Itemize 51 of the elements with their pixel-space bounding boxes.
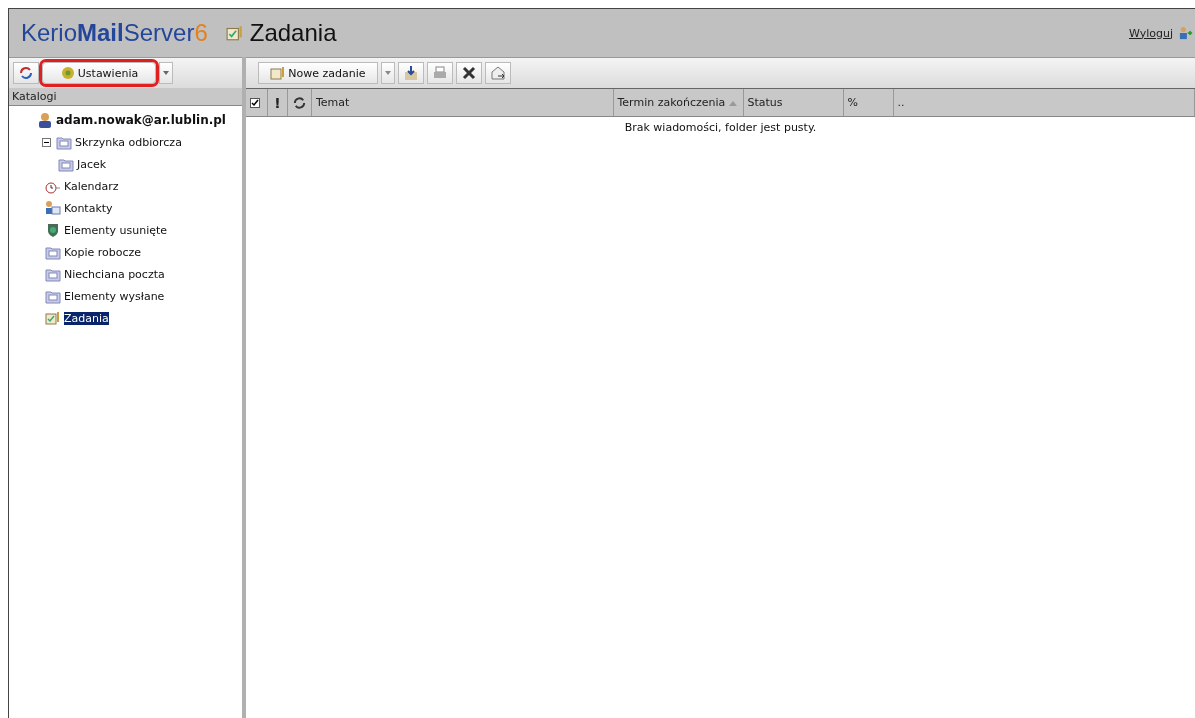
user-icon (37, 112, 53, 128)
shield-icon (45, 222, 61, 238)
folder-item[interactable]: Jacek (77, 157, 107, 171)
refresh-icon (18, 65, 34, 81)
folder-item[interactable]: Kontakty (64, 201, 113, 215)
column-header[interactable]: .. (893, 89, 1195, 116)
logout-link[interactable]: Wyloguj (1129, 26, 1173, 40)
folder-icon (45, 244, 61, 260)
collapse-icon[interactable] (42, 137, 51, 147)
gear-icon (59, 65, 76, 81)
folder-item[interactable]: Kopie robocze (64, 245, 141, 259)
folder-item[interactable]: Elementy wysłane (64, 289, 165, 303)
empty-message: Brak wiadomości, folder jest pusty. (624, 121, 817, 135)
download-icon (403, 65, 419, 81)
dropdown-button[interactable] (381, 62, 395, 84)
column-header[interactable]: % (843, 89, 894, 116)
delete-button[interactable] (456, 62, 482, 84)
folder-item[interactable]: Zadania (64, 311, 109, 325)
tasks-icon (225, 24, 244, 42)
app-logo: KerioMailServer6 (21, 19, 208, 47)
panel-header: Katalogi (9, 88, 242, 106)
contact-card-icon (45, 200, 61, 216)
settings-button[interactable]: Ustawienia (42, 62, 156, 84)
tasks-icon (45, 310, 61, 326)
folder-item[interactable]: Skrzynka odbiorcza (75, 135, 182, 149)
column-header[interactable]: Status (743, 89, 844, 116)
column-header[interactable]: ! (268, 89, 288, 116)
caret-icon (384, 69, 392, 77)
user-exit-icon (1179, 26, 1193, 40)
caret-icon (162, 69, 170, 77)
printer-icon (432, 65, 448, 81)
folder-icon (56, 134, 72, 150)
page-title: Zadania (249, 19, 337, 47)
close-icon (461, 65, 477, 81)
refresh-button[interactable] (13, 62, 39, 84)
folder-item[interactable]: Niechciana poczta (64, 267, 165, 281)
move-to-folder-button[interactable] (398, 62, 424, 84)
column-header[interactable]: Temat (312, 89, 614, 116)
folder-item[interactable]: Elementy usunięte (64, 223, 168, 237)
tasks-icon (270, 65, 287, 81)
folder-item[interactable]: Kalendarz (64, 179, 119, 193)
column-header[interactable]: Termin zakończenia (613, 89, 744, 116)
folder-icon (58, 156, 74, 172)
folder-icon (45, 288, 61, 304)
new-task-button[interactable]: Nowe zadanie (258, 62, 378, 84)
sync-icon[interactable] (292, 94, 307, 111)
folder-item[interactable]: adam.nowak@ar.lublin.pl (56, 113, 226, 127)
envelope-arrow-icon (490, 65, 506, 81)
select-all-checkbox[interactable] (250, 97, 260, 108)
folder-icon (45, 266, 61, 282)
dropdown-button[interactable] (159, 62, 173, 84)
